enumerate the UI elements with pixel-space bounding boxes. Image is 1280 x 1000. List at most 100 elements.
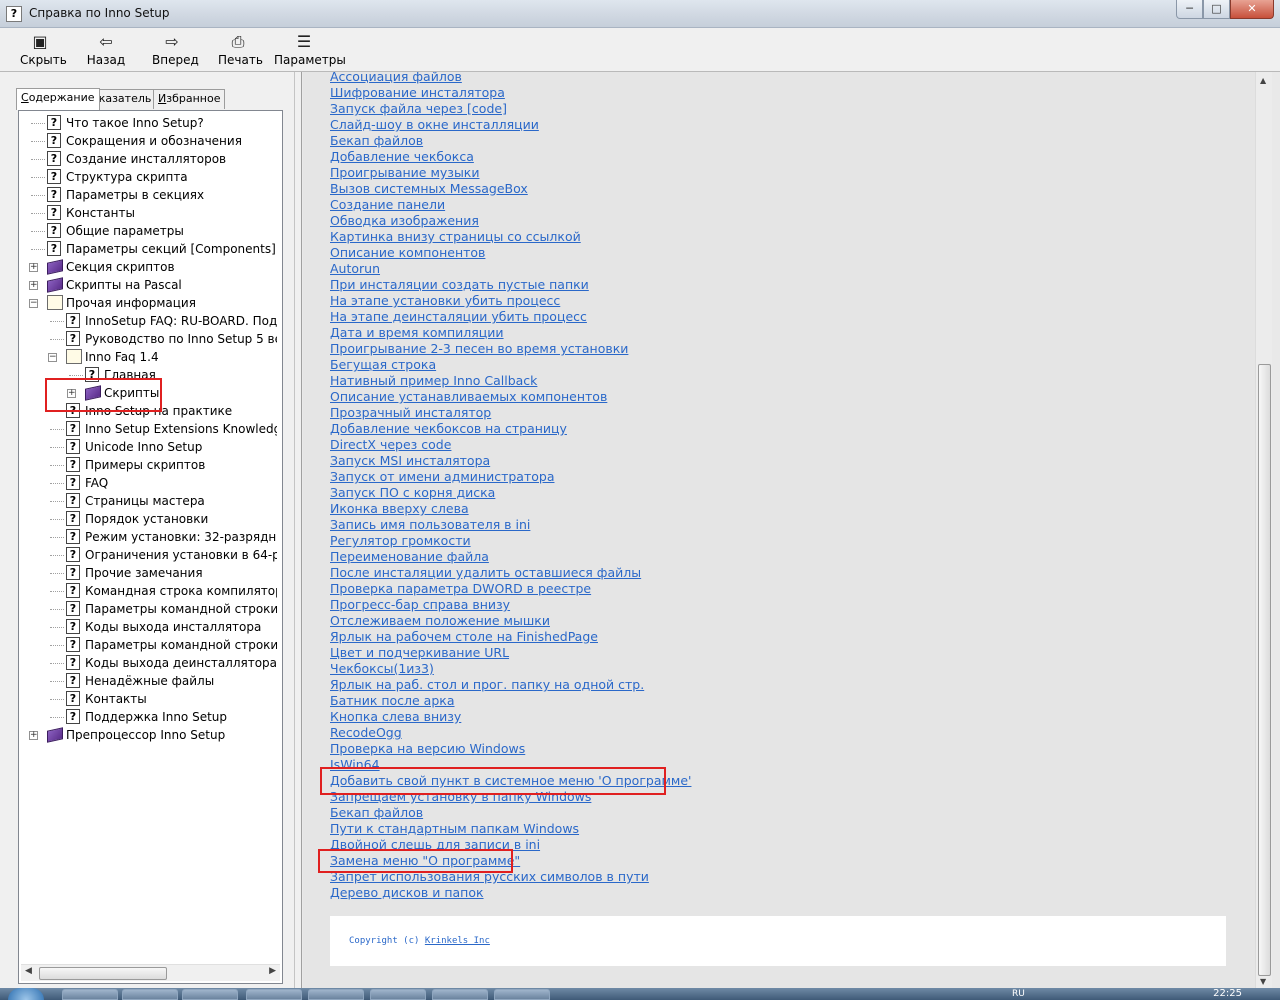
content-scroll-thumb[interactable] xyxy=(1258,364,1271,976)
topic-link[interactable]: Пути к стандартным папкам Windows xyxy=(330,821,579,837)
tree-item[interactable]: ? Поддержка Inno Setup xyxy=(19,708,277,726)
collapse-minus-icon[interactable]: − xyxy=(29,299,38,308)
taskbar-item[interactable] xyxy=(246,989,302,1000)
topic-link[interactable]: Бекап файлов xyxy=(330,133,423,149)
topic-link[interactable]: Проверка на версию Windows xyxy=(330,741,525,757)
topic-link[interactable]: Проигрывание 2-3 песен во время установк… xyxy=(330,341,628,357)
expand-plus-icon[interactable]: + xyxy=(29,731,38,740)
tree-horizontal-scrollbar[interactable]: ◀ ▶ xyxy=(21,964,280,981)
tree-item[interactable]: ? Параметры командной строки ин xyxy=(19,600,277,618)
taskbar-item[interactable] xyxy=(370,989,426,1000)
topic-link[interactable]: Проигрывание музыки xyxy=(330,165,479,181)
expand-plus-icon[interactable]: + xyxy=(67,389,76,398)
tree-item[interactable]: ? Inno Setup на практике xyxy=(19,402,277,420)
topic-link[interactable]: Autorun xyxy=(330,261,380,277)
print-button[interactable]: ⎙ Печать xyxy=(218,32,263,70)
topic-link[interactable]: Описание компонентов xyxy=(330,245,485,261)
language-indicator[interactable]: RU xyxy=(1012,988,1025,1000)
topic-link[interactable]: На этапе установки убить процесс xyxy=(330,293,560,309)
topic-link[interactable]: Шифрование инсталятора xyxy=(330,85,505,101)
tree-item[interactable]: ? Прочие замечания xyxy=(19,564,277,582)
topic-link[interactable]: Описание устанавливаемых компонентов xyxy=(330,389,607,405)
maximize-button[interactable]: □ xyxy=(1203,0,1230,19)
tree-item[interactable]: ? Контакты xyxy=(19,690,277,708)
expand-plus-icon[interactable]: + xyxy=(29,263,38,272)
topic-link[interactable]: Добавление чекбоксов на страницу xyxy=(330,421,567,437)
tree-item[interactable]: ? Inno Setup Extensions Knowledge I xyxy=(19,420,277,438)
tree-item[interactable]: ? Ненадёжные файлы xyxy=(19,672,277,690)
author-link[interactable]: Krinkels Inc xyxy=(425,936,490,946)
scroll-up-icon[interactable]: ▲ xyxy=(1260,76,1266,85)
options-button[interactable]: ☰ Параметры xyxy=(274,32,346,70)
topic-link[interactable]: Запуск файла через [code] xyxy=(330,101,507,117)
tree-item[interactable]: + Секция скриптов xyxy=(19,258,277,276)
tree-item[interactable]: ? Коды выхода деинсталлятора xyxy=(19,654,277,672)
tree-item[interactable]: + Скрипты xyxy=(19,384,277,402)
tree-item[interactable]: ? Константы xyxy=(19,204,277,222)
pane-splitter[interactable] xyxy=(294,72,302,1000)
tree-item[interactable]: ? Страницы мастера xyxy=(19,492,277,510)
tree-item[interactable]: ? Создание инсталляторов xyxy=(19,150,277,168)
topic-link[interactable]: Создание панели xyxy=(330,197,445,213)
tree-item[interactable]: ? Главная xyxy=(19,366,277,384)
topic-link[interactable]: После инсталяции удалить оставшиеся файл… xyxy=(330,565,641,581)
topic-link[interactable]: Батник после арка xyxy=(330,693,455,709)
scroll-left-icon[interactable]: ◀ xyxy=(25,966,32,976)
topic-link[interactable]: Обводка изображения xyxy=(330,213,479,229)
scroll-down-icon[interactable]: ▼ xyxy=(1260,977,1266,986)
topic-link[interactable]: Ассоциация файлов xyxy=(330,72,462,85)
topic-link[interactable]: Проверка параметра DWORD в реестре xyxy=(330,581,591,597)
content-vertical-scrollbar[interactable]: ▲ ▼ xyxy=(1255,72,1272,988)
tree-scroll-thumb[interactable] xyxy=(39,967,167,980)
topic-link[interactable]: Нативный пример Inno Callback xyxy=(330,373,537,389)
taskbar-item[interactable] xyxy=(122,989,178,1000)
topic-link[interactable]: Запрет использования русских символов в … xyxy=(330,869,649,885)
topic-link[interactable]: Добавить свой пункт в системное меню 'О … xyxy=(330,773,691,789)
topic-link[interactable]: Переименование файла xyxy=(330,549,489,565)
topic-link[interactable]: Кнопка слева внизу xyxy=(330,709,461,725)
tab-favorites[interactable]: Избранное xyxy=(153,89,226,109)
tree-item[interactable]: ? Unicode Inno Setup xyxy=(19,438,277,456)
tree-item[interactable]: ? Руководство по Inno Setup 5 верси xyxy=(19,330,277,348)
tree-item[interactable]: ? Командная строка компилятора xyxy=(19,582,277,600)
topic-link[interactable]: Прогресс-бар справа внизу xyxy=(330,597,510,613)
topic-link[interactable]: Иконка вверху слева xyxy=(330,501,469,517)
topic-link[interactable]: На этапе деинсталяции убить процесс xyxy=(330,309,587,325)
back-button[interactable]: ⇦ Назад xyxy=(86,32,126,70)
tree-item[interactable]: ? Коды выхода инсталлятора xyxy=(19,618,277,636)
tree-item[interactable]: + Препроцессор Inno Setup xyxy=(19,726,277,744)
tree-item[interactable]: ? Что такое Inno Setup? xyxy=(19,114,277,132)
tree-item[interactable]: ? Параметры командной строки де xyxy=(19,636,277,654)
tree-item[interactable]: − Inno Faq 1.4 xyxy=(19,348,277,366)
forward-button[interactable]: ⇨ Вперед xyxy=(152,32,199,70)
topic-link[interactable]: Запрещаем установку в папку Windows xyxy=(330,789,591,805)
topic-link[interactable]: RecodeOgg xyxy=(330,725,402,741)
topic-link[interactable]: Дерево дисков и папок xyxy=(330,885,484,901)
minimize-button[interactable]: ─ xyxy=(1176,0,1203,19)
tree-item[interactable]: + Скрипты на Pascal xyxy=(19,276,277,294)
tree-item[interactable]: ? InnoSetup FAQ: RU-BOARD. Подбо xyxy=(19,312,277,330)
topic-link[interactable]: Регулятор громкости xyxy=(330,533,471,549)
hide-button[interactable]: ▣ Скрыть xyxy=(20,32,67,70)
topic-link[interactable]: Прозрачный инсталятор xyxy=(330,405,491,421)
tree-item[interactable]: ? Ограничения установки в 64-разр: xyxy=(19,546,277,564)
topic-link[interactable]: Замена меню "О программе" xyxy=(330,853,520,869)
topic-link[interactable]: Слайд-шоу в окне инсталляции xyxy=(330,117,539,133)
topic-link[interactable]: Бегущая строка xyxy=(330,357,436,373)
taskbar-item[interactable] xyxy=(494,989,550,1000)
tree-item[interactable]: ? Сокращения и обозначения xyxy=(19,132,277,150)
topic-link[interactable]: Вызов системных MessageBox xyxy=(330,181,528,197)
contents-tree[interactable]: ? Что такое Inno Setup?? Сокращения и обоз… xyxy=(19,111,277,961)
topic-link[interactable]: Запуск ПО с корня диска xyxy=(330,485,495,501)
taskbar-item[interactable] xyxy=(182,989,238,1000)
taskbar-item[interactable] xyxy=(432,989,488,1000)
tree-item[interactable]: ? Структура скрипта xyxy=(19,168,277,186)
tree-item[interactable]: ? Параметры секций [Components] и [T xyxy=(19,240,277,258)
topic-link[interactable]: Бекап файлов xyxy=(330,805,423,821)
scroll-right-icon[interactable]: ▶ xyxy=(269,966,276,976)
tree-item[interactable]: ? FAQ xyxy=(19,474,277,492)
topic-link[interactable]: Добавление чекбокса xyxy=(330,149,474,165)
tree-item[interactable]: ? Режим установки: 32-разрядный и xyxy=(19,528,277,546)
taskbar-item[interactable] xyxy=(62,989,118,1000)
topic-link[interactable]: Ярлык на рабочем столе на FinishedPage xyxy=(330,629,598,645)
